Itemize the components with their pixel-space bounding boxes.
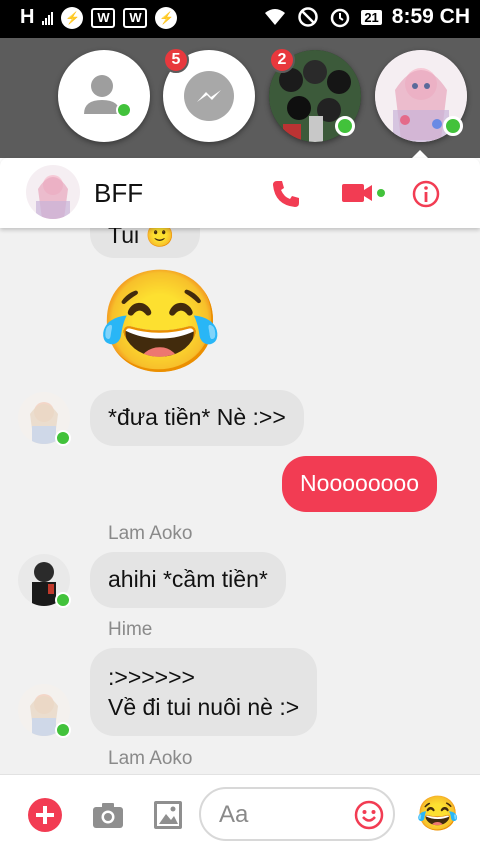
quick-emoji-button[interactable]: 😂 <box>416 792 460 836</box>
conversation-title: BFF <box>94 178 144 208</box>
battery-icon: 21 <box>361 9 382 25</box>
app-notification-icon: W <box>91 7 116 28</box>
wifi-icon <box>265 9 286 25</box>
sender-name: Hime <box>108 619 153 640</box>
online-indicator <box>55 430 71 446</box>
message-text: *đưa tiền* Nè :>> <box>108 404 286 430</box>
sender-name: Lam Aoko <box>108 523 193 544</box>
app-notification-icon-2: W <box>123 7 148 28</box>
emoji-message[interactable]: 😂 <box>98 266 223 378</box>
message-text: Noooooooo <box>300 470 419 496</box>
gallery-button[interactable] <box>148 796 188 834</box>
network-type-indicator: H <box>20 6 35 28</box>
conversation-avatar-image <box>26 165 80 219</box>
online-indicator <box>55 722 71 738</box>
smiley-icon <box>354 800 384 830</box>
image-icon <box>154 801 182 829</box>
online-indicator <box>116 102 132 118</box>
sender-name: Lam Aoko <box>108 748 193 769</box>
messenger-notification-icon-2: ⚡ <box>155 6 178 29</box>
voice-call-button[interactable] <box>266 174 306 214</box>
emoji-picker-button[interactable] <box>353 799 385 831</box>
unread-badge: 5 <box>163 47 189 73</box>
online-indicator <box>443 116 463 136</box>
camera-button[interactable] <box>88 796 128 834</box>
unread-badge: 2 <box>269 47 295 73</box>
message-bubble[interactable]: :>>>>>> Về đi tui nuôi nè :> <box>90 648 318 736</box>
do-not-disturb-icon <box>298 7 319 27</box>
messenger-notification-icon: ⚡ <box>61 6 84 29</box>
video-camera-icon <box>342 184 385 202</box>
conversation-info-button[interactable] <box>406 174 446 214</box>
message-bubble[interactable]: ahihi *cầm tiền* <box>90 552 286 608</box>
info-icon <box>412 180 440 208</box>
phone-icon <box>273 181 299 207</box>
message-text: ahihi *cầm tiền* <box>108 566 268 592</box>
message-input[interactable] <box>217 799 351 831</box>
video-call-button[interactable] <box>340 176 390 212</box>
messenger-chat-head[interactable]: 5 <box>163 47 255 142</box>
group-chat-head[interactable]: 2 <box>269 47 361 142</box>
online-indicator <box>335 116 355 136</box>
contacts-chat-head[interactable] <box>58 50 150 142</box>
message-bubble[interactable]: *đưa tiền* Nè :>> <box>90 390 304 446</box>
bff-chat-head[interactable] <box>375 50 467 142</box>
camera-icon <box>93 803 123 828</box>
more-actions-button[interactable] <box>26 796 64 834</box>
message-bubble-outgoing[interactable]: Noooooooo <box>282 456 437 512</box>
message-text-line-2: Về đi tui nuôi nè :> <box>108 694 300 720</box>
plus-icon <box>28 798 62 832</box>
message-text-line-1: :>>>>>> <box>108 664 195 690</box>
conversation-avatar[interactable] <box>26 165 80 219</box>
online-indicator <box>55 592 71 608</box>
signal-icon <box>42 11 54 25</box>
alarm-icon <box>331 8 350 28</box>
contact-person-icon <box>84 75 120 114</box>
message-input-box[interactable] <box>199 787 395 841</box>
clock: 8:59 CH <box>391 5 470 28</box>
status-bar: H ⚡ W W ⚡ 21 8:59 CH <box>0 0 480 38</box>
